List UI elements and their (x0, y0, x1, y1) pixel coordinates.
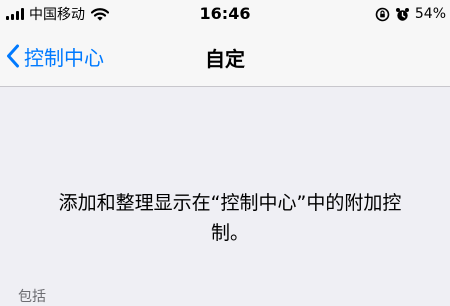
status-right: 54% (375, 5, 446, 23)
section-header-include: 包括 (18, 289, 46, 305)
page-title: 自定 (205, 47, 245, 71)
top-bar: 中国移动 16:46 54% 控制中心 自定 (0, 0, 450, 87)
rotation-lock-icon (375, 7, 390, 21)
status-bar: 中国移动 16:46 54% (0, 0, 450, 30)
alarm-icon (395, 7, 409, 21)
battery-percent: 54% (414, 6, 446, 22)
navigation-bar: 控制中心 自定 (0, 36, 450, 76)
description-text: 添加和整理显示在“控制中心”中的附加控制。 (58, 192, 402, 244)
